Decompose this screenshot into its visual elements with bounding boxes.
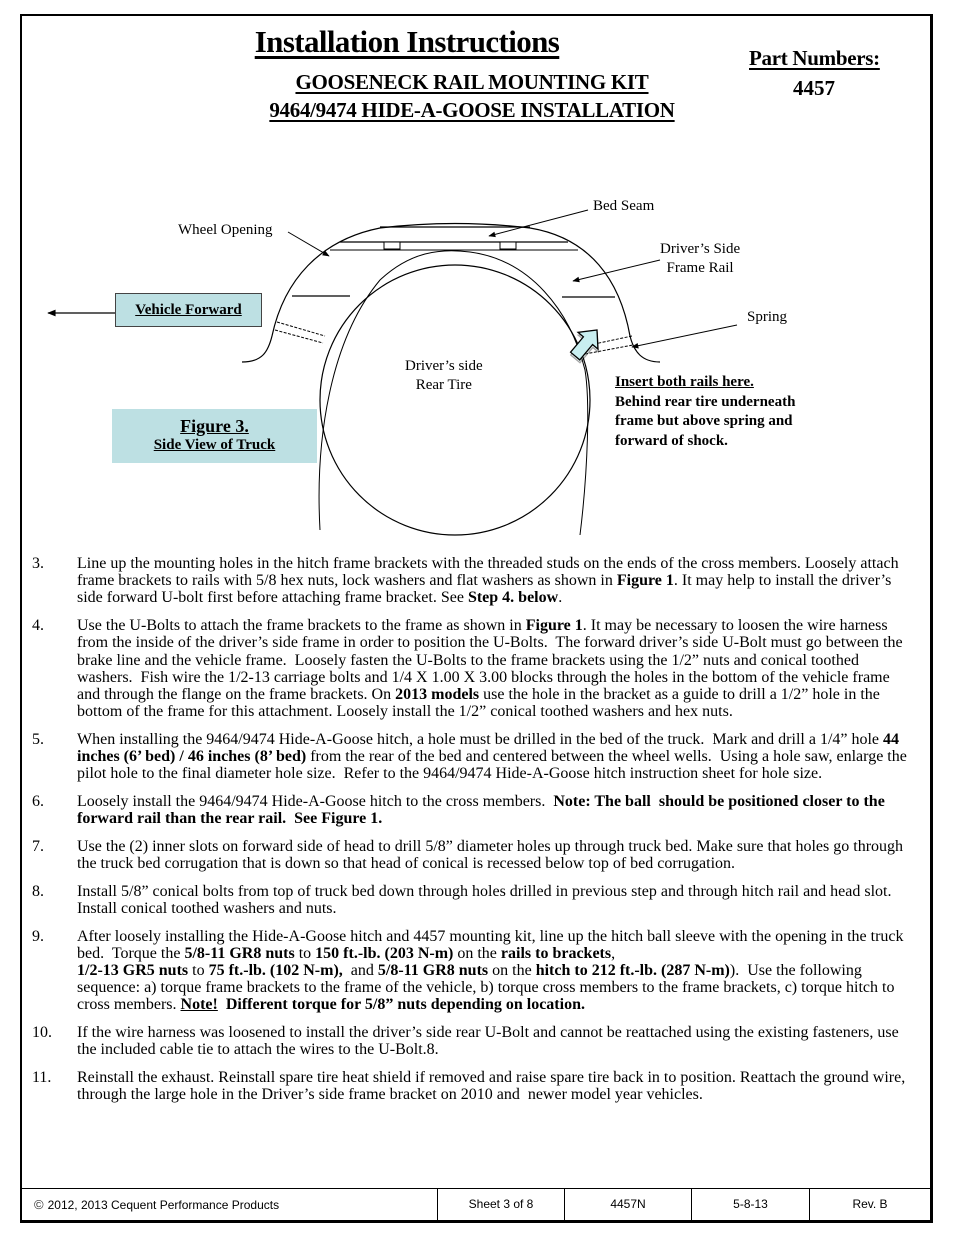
insert-rails-line3: forward of shock. [615, 432, 728, 449]
instruction-steps: 3. Line up the mounting holes in the hitc… [32, 555, 912, 1114]
step-text-segment: Install 5/8” conical bolts from top of t… [77, 882, 900, 917]
step-text-segment: Reinstall the exhaust. Reinstall spare t… [77, 1069, 910, 1104]
step-text-segment: , [611, 944, 616, 962]
rear-tire [319, 264, 591, 536]
frame-rail-label: Driver’s Side Frame Rail [660, 240, 740, 278]
bed-seam-label: Bed Seam [593, 198, 655, 214]
wheel-opening-label: Wheel Opening [178, 222, 273, 238]
step-text-segment: Use the (2) inner slots on forward side … [77, 837, 908, 873]
bed-seam-block-right [499, 241, 517, 250]
step-text: When installing the 9464/9474 Hide-A-Goo… [77, 731, 912, 783]
step-text-emphasis: Figure 1 [616, 572, 674, 590]
part-number: 4457 [793, 76, 835, 100]
step-text-emphasis: 5/8-11 GR8 nuts [184, 944, 295, 962]
step-number: 8. [32, 882, 44, 900]
step-text: After loosely installing the Hide-A-Goos… [77, 928, 912, 1014]
step-number: 7. [32, 837, 44, 855]
step-item: 10. If the wire harness was loosened to i… [32, 1024, 912, 1058]
step-text-emphasis: hitch to 212 ft.-lb. (287 N-m) [535, 962, 730, 980]
rear-tire-label: Driver’s side Rear Tire [405, 357, 483, 395]
step-text: Line up the mounting holes in the hitch … [77, 555, 912, 607]
rear-tire-label-line1: Driver’s side [405, 358, 483, 374]
step-text-emphasis: 75 ft.-lb. (102 N-m), [208, 962, 343, 980]
spring-left-2 [274, 329, 324, 344]
frame-rail-label-line1: Driver’s Side [660, 241, 741, 257]
step-number: 11. [32, 1069, 52, 1087]
footer-date: 5-8-13 [692, 1189, 810, 1220]
page-title: Installation Instructions [254, 24, 560, 59]
insert-rails-heading: Insert both rails here. [615, 374, 754, 390]
step-text: Use the U-Bolts to attach the frame brac… [77, 617, 912, 720]
step-item: 8. Install 5/8” conical bolts from top of… [32, 883, 912, 917]
step-number: 5. [32, 730, 44, 748]
step-text-emphasis: Note! [180, 996, 218, 1014]
bed-seam-block-left [383, 241, 401, 250]
frame-rail-label-line2: Frame Rail [666, 260, 734, 276]
step-text-segment: on the [453, 944, 501, 962]
step-item: 7. Use the (2) inner slots on forward sid… [32, 838, 912, 872]
step-number: 6. [32, 792, 44, 810]
step-item: 6. Loosely install the 9464/9474 Hide-A-G… [32, 793, 912, 827]
step-text-segment: . [558, 589, 563, 607]
figure-caption-title: Figure 3. [180, 416, 249, 436]
truck-diagram [47, 209, 738, 536]
step-item: 11. Reinstall the exhaust. Reinstall spar… [32, 1069, 912, 1103]
step-text-segment: to [294, 944, 316, 962]
step-text-segment: When installing the 9464/9474 Hide-A-Goo… [77, 730, 884, 748]
insert-rails-note: Insert both rails here. Behind rear tire… [615, 373, 795, 451]
figure-caption-subtitle: Side View of Truck [153, 437, 276, 453]
step-text: Reinstall the exhaust. Reinstall spare t… [77, 1069, 912, 1103]
rear-tire-label-line2: Rear Tire [415, 377, 472, 393]
copyright-icon: © [34, 1197, 44, 1212]
insert-rails-line2: frame but above spring and [615, 413, 793, 429]
step-text-emphasis: Figure 1 [525, 617, 583, 635]
insert-rails-line1: Behind rear tire underneath [615, 393, 796, 410]
step-text-emphasis: 5/8-11 GR8 nuts [377, 962, 489, 980]
step-text: Use the (2) inner slots on forward side … [77, 838, 912, 872]
spring-label: Spring [747, 309, 788, 325]
installation-subtitle: 9464/9474 HIDE-A-GOOSE INSTALLATION [269, 98, 675, 122]
step-text-emphasis: 150 ft.-lb. (203 N-m) [315, 944, 454, 962]
footer-sheet: Sheet 3 of 8 [438, 1189, 565, 1220]
step-text-segment: Use the U-Bolts to attach the frame brac… [77, 617, 526, 635]
step-number: 3. [32, 555, 44, 572]
part-numbers-label: Part Numbers: [749, 46, 880, 70]
footer-copyright: 2012, 2013 Cequent Performance Products [47, 1198, 280, 1212]
step-text-emphasis: rails to brackets [500, 944, 612, 962]
step-number: 10. [32, 1024, 52, 1042]
step-text-emphasis: Step 4. below [467, 589, 559, 607]
frame-rail-leader [572, 259, 661, 283]
spring-leader [631, 324, 738, 349]
spring-left-1 [276, 321, 326, 337]
step-text-emphasis: 2013 models [395, 685, 480, 703]
vehicle-forward-callout: Vehicle Forward [115, 293, 262, 327]
step-text-segment: on the [488, 962, 536, 980]
step-text-emphasis: 1/2-13 GR5 nuts [77, 962, 189, 980]
step-item: 3. Line up the mounting holes in the hitc… [32, 555, 912, 607]
step-text: Install 5/8” conical bolts from top of t… [77, 883, 912, 917]
step-item: 4. Use the U-Bolts to attach the frame br… [32, 617, 912, 720]
step-text-segment: If the wire harness was loosened to inst… [77, 1024, 903, 1059]
figure-caption: Figure 3. Side View of Truck [112, 409, 317, 463]
bed-seam-leader [488, 209, 589, 238]
step-item: 5. When installing the 9464/9474 Hide-A-G… [32, 731, 912, 783]
wheel-opening-leader [287, 231, 330, 257]
step-text-segment: and [342, 962, 378, 980]
footer-copyright-cell: © 2012, 2013 Cequent Performance Products [20, 1189, 438, 1220]
footer-revision: Rev. B [852, 1197, 888, 1211]
step-number: 9. [32, 927, 44, 945]
footer-table: © 2012, 2013 Cequent Performance Products… [20, 1188, 930, 1220]
step-text: If the wire harness was loosened to inst… [77, 1024, 912, 1058]
figure-side-view: Bed Seam Wheel Opening Driver’s Side Fra… [0, 140, 954, 540]
footer-doc-number: 4457N [565, 1189, 692, 1220]
step-number: 4. [32, 617, 44, 635]
step-text-emphasis: Different torque for 5/8” nuts depending… [217, 996, 585, 1014]
step-item: 9. After loosely installing the Hide-A-Go… [32, 928, 912, 1014]
step-text: Loosely install the 9464/9474 Hide-A-Goo… [77, 793, 912, 827]
step-text-segment: to [188, 962, 209, 980]
step-text-segment: Loosely install the 9464/9474 Hide-A-Goo… [77, 792, 554, 810]
